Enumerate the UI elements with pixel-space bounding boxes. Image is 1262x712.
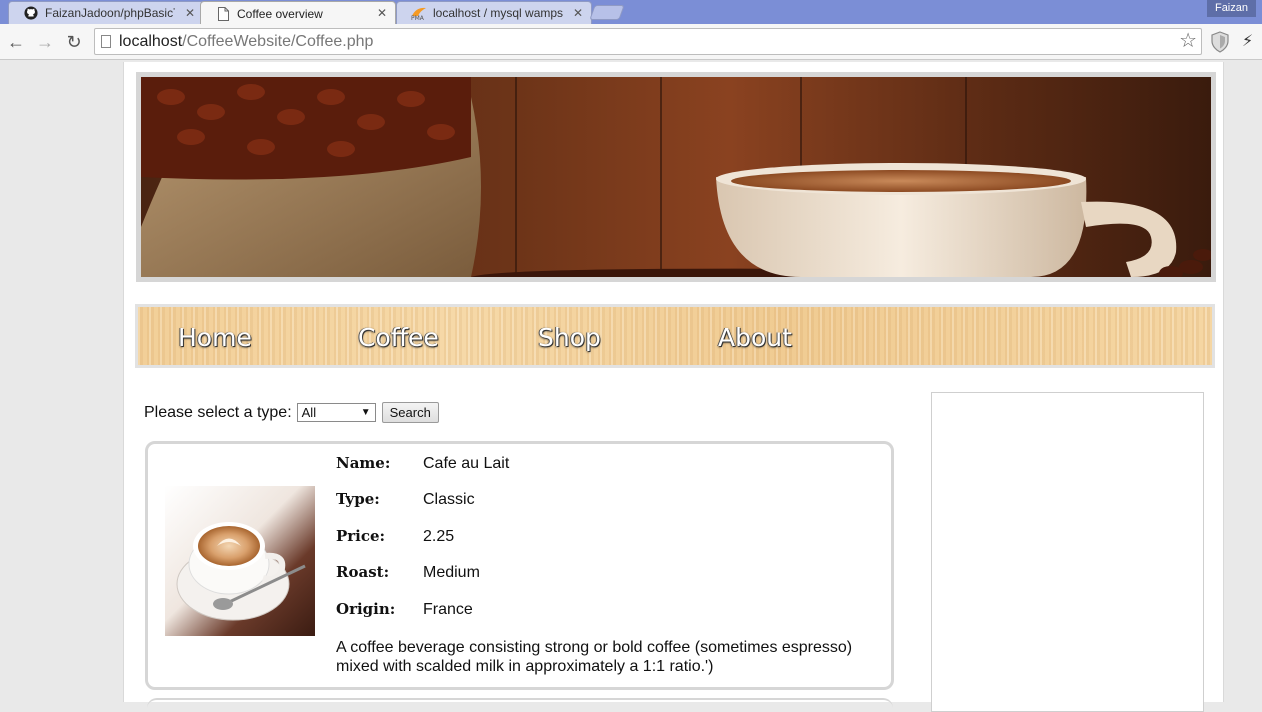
phpmyadmin-icon: PMA [411, 5, 427, 21]
name-value: Cafe au Lait [423, 455, 510, 472]
tab-github[interactable]: FaizanJadoon/phpBasicTe ✕ [8, 1, 204, 24]
back-arrow-icon[interactable]: ← [5, 31, 27, 53]
tab-strip: FaizanJadoon/phpBasicTe ✕ Coffee overvie… [0, 0, 1262, 25]
type-select[interactable]: All ▼ [296, 403, 376, 422]
type-label: Type: [336, 490, 380, 508]
price-value: 2.25 [423, 528, 455, 545]
search-button[interactable]: Search [381, 402, 439, 423]
price-field: Price: 2.25 [336, 527, 454, 546]
next-coffee-card [147, 698, 893, 708]
nav-shop-link[interactable]: Shop [538, 323, 601, 352]
url-host: localhost [119, 33, 183, 50]
nav-home-link[interactable]: Home [178, 323, 252, 352]
coffee-card: Name: Cafe au Lait Type: Classic Price: 2.2… [145, 441, 894, 690]
close-icon[interactable]: ✕ [573, 6, 583, 20]
shield-icon[interactable] [1210, 31, 1230, 53]
main-navigation: Home Coffee Shop About [135, 304, 1215, 368]
type-value: Classic [423, 491, 475, 508]
name-field: Name: Cafe au Lait [336, 454, 509, 473]
web-page: Home Coffee Shop About Please select a t… [123, 62, 1224, 712]
svg-text:PMA: PMA [411, 15, 425, 20]
header-banner [136, 72, 1216, 282]
profile-badge[interactable]: Faizan [1206, 0, 1256, 17]
tab-phpmyadmin[interactable]: PMA localhost / mysql wampse ✕ [396, 1, 592, 24]
coffee-banner-image [141, 77, 1211, 277]
price-label: Price: [336, 527, 386, 545]
new-tab-button[interactable] [589, 5, 625, 20]
address-bar[interactable]: localhost/CoffeeWebsite/Coffee.php ☆ [94, 28, 1202, 55]
nav-coffee-link[interactable]: Coffee [358, 323, 439, 352]
page-icon [101, 35, 111, 48]
roast-field: Roast: Medium [336, 563, 480, 582]
lightning-icon[interactable]: ⚡ [1242, 31, 1253, 51]
origin-value: France [423, 601, 473, 618]
bookmark-star-icon[interactable]: ☆ [1179, 29, 1197, 54]
tab-title: FaizanJadoon/phpBasicTe [45, 6, 175, 20]
coffee-cup-image [165, 486, 315, 636]
dropdown-arrow-icon: ▼ [360, 407, 371, 418]
type-select-value: All [301, 405, 317, 420]
sidebar-panel [931, 392, 1204, 712]
reload-icon[interactable]: ↻ [63, 31, 85, 53]
page-icon [215, 6, 231, 22]
type-filter-label: Please select a type: [144, 403, 292, 421]
browser-toolbar: ← → ↻ localhost/CoffeeWebsite/Coffee.php… [0, 24, 1262, 60]
tab-title: localhost / mysql wampse [433, 6, 563, 20]
name-label: Name: [336, 454, 391, 472]
product-description: A coffee beverage consisting strong or b… [336, 639, 853, 675]
url-path: /CoffeeWebsite/Coffee.php [182, 33, 374, 50]
tab-coffee-overview[interactable]: Coffee overview ✕ [200, 1, 396, 25]
tab-title: Coffee overview [237, 6, 323, 21]
roast-label: Roast: [336, 563, 390, 581]
roast-value: Medium [423, 564, 480, 581]
forward-arrow-icon[interactable]: → [34, 31, 56, 53]
github-icon [23, 5, 39, 21]
nav-about-link[interactable]: About [718, 323, 792, 352]
close-icon[interactable]: ✕ [185, 6, 195, 20]
close-icon[interactable]: ✕ [377, 6, 387, 20]
origin-label: Origin: [336, 600, 396, 618]
type-filter: Please select a type: All ▼ Search [144, 402, 439, 423]
origin-field: Origin: France [336, 600, 473, 619]
type-field: Type: Classic [336, 490, 475, 509]
